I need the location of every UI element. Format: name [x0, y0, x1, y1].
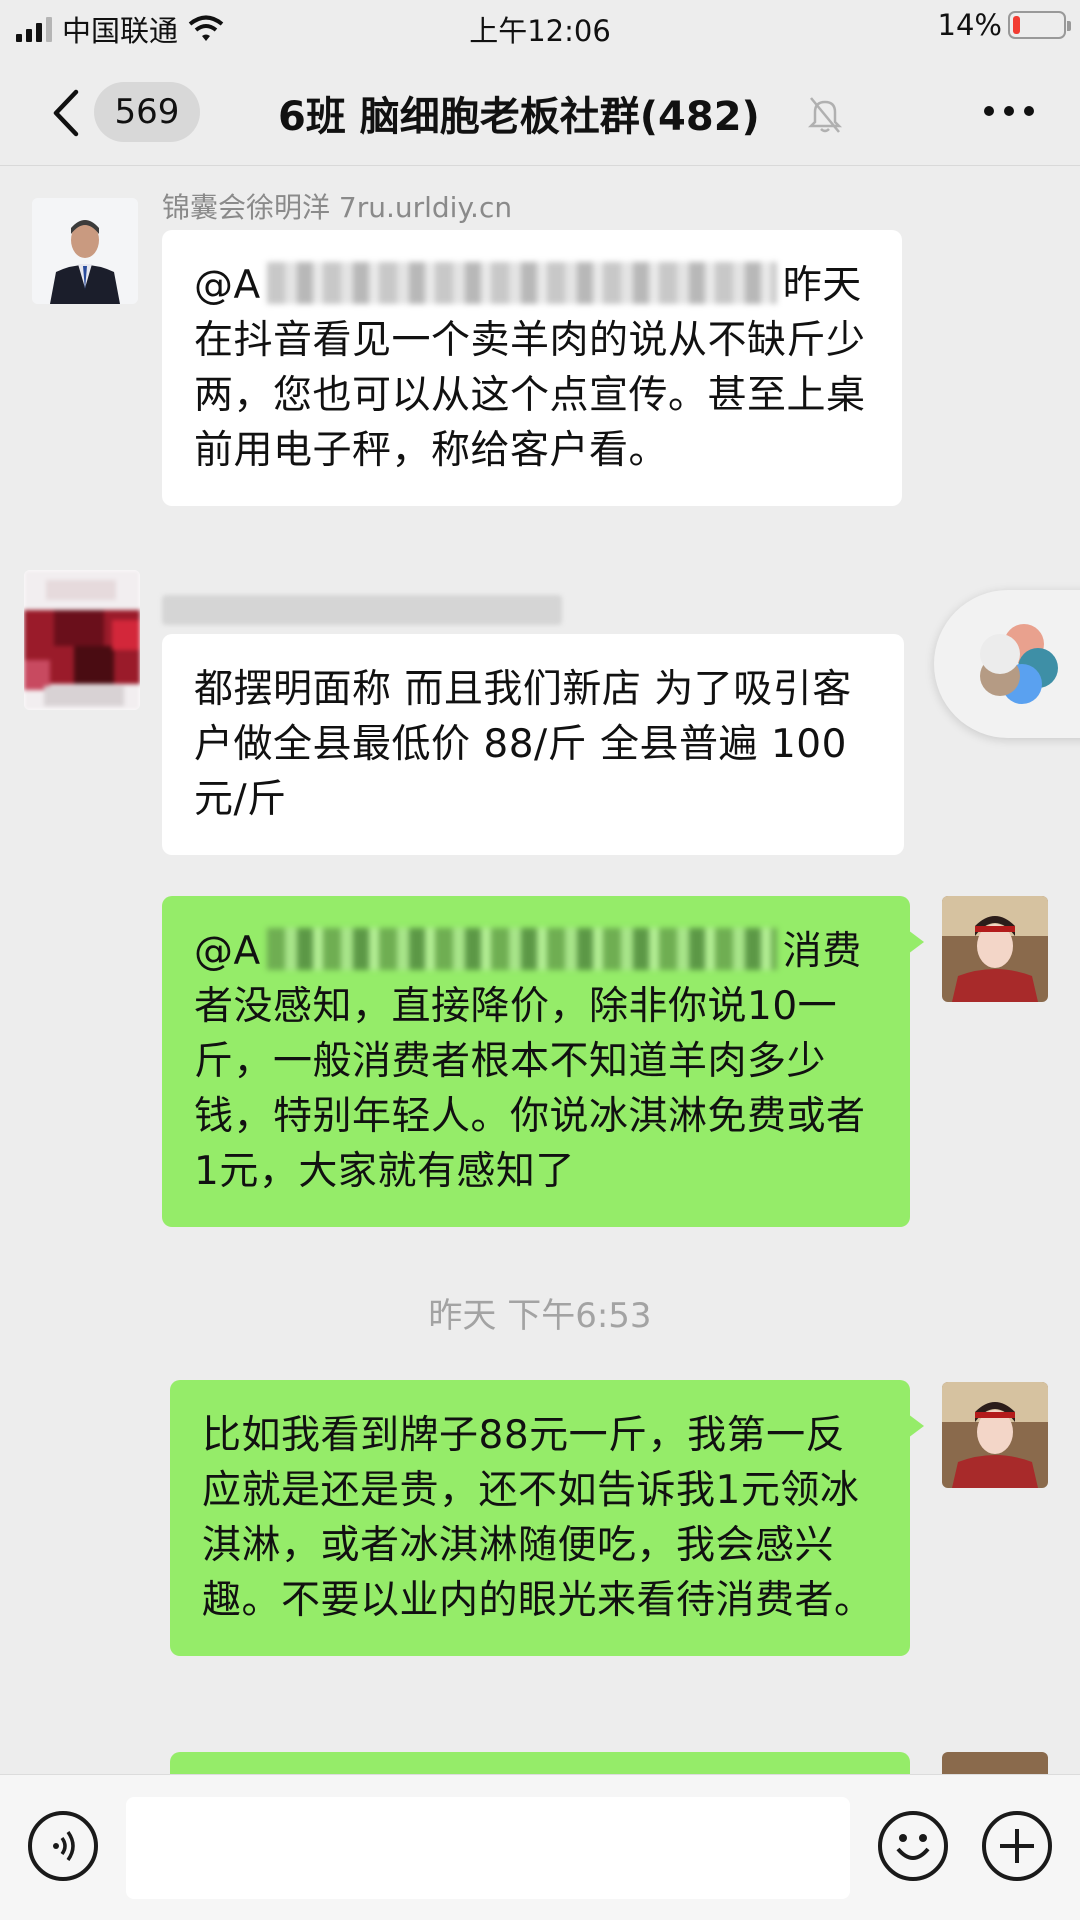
more-horizontal-icon[interactable]	[984, 106, 1034, 116]
sender-name: 锦囊会徐明洋 7ru.urldiy.cn	[162, 191, 513, 224]
mention: @A	[194, 263, 261, 308]
plus-sign-icon	[1000, 1829, 1034, 1863]
message-bubble[interactable]: @A 昨天在抖音看见一个卖羊肉的说从不缺斤少两，您也可以从这个点宣传。甚至上桌前用…	[162, 230, 902, 506]
message-input[interactable]	[126, 1797, 850, 1899]
redacted-avatar-icon	[24, 570, 140, 710]
input-bar	[0, 1774, 1080, 1920]
chat-header: 569 6班 脑细胞老板社群(482)	[0, 58, 1080, 166]
battery-fill	[1013, 16, 1020, 34]
person-icon	[942, 1382, 1048, 1488]
message-bubble[interactable]: 都摆明面称 而且我们新店 为了吸引客户做全县最低价 88/斤 全县普遍 100元…	[162, 634, 904, 855]
battery-percent: 14%	[937, 8, 1002, 42]
status-bar: 中国联通 上午12:06 14%	[0, 0, 1080, 52]
status-right: 14%	[937, 8, 1071, 42]
my-avatar[interactable]	[942, 1382, 1048, 1488]
chat-title: 6班 脑细胞老板社群(482)	[278, 94, 760, 140]
sender-name-redacted	[162, 592, 562, 625]
floating-app-widget[interactable]	[934, 590, 1080, 738]
message-bubble-outgoing[interactable]: @A 消费者没感知，直接降价，除非你说10一斤，一般消费者根本不知道羊肉多少钱，特…	[162, 896, 924, 1227]
my-avatar[interactable]	[942, 896, 1048, 1002]
status-time: 上午12:06	[469, 14, 611, 48]
redacted-mention-name	[266, 262, 777, 304]
emoji-icon[interactable]	[878, 1811, 948, 1881]
redacted-mention-name	[266, 928, 777, 970]
battery-icon	[1008, 11, 1071, 39]
message-text: 都摆明面称 而且我们新店 为了吸引客户做全县最低价 88/斤 全县普遍 100元…	[194, 667, 852, 822]
message-bubble-outgoing[interactable]: 比如我看到牌子88元一斤，我第一反应就是还是贵，还不如告诉我1元领冰淇淋，或者冰…	[170, 1380, 924, 1656]
voice-wave-icon	[53, 1830, 75, 1862]
pinwheel-icon	[980, 624, 1058, 704]
message-timestamp: 昨天 下午6:53	[428, 1296, 652, 1336]
voice-icon[interactable]	[28, 1811, 98, 1881]
plus-icon[interactable]	[982, 1811, 1052, 1881]
person-icon	[32, 198, 138, 304]
avatar-redacted[interactable]	[24, 570, 140, 710]
avatar[interactable]	[32, 198, 138, 304]
chevron-left-icon[interactable]	[48, 88, 88, 138]
unread-count-badge[interactable]: 569	[94, 82, 200, 142]
message-text: 比如我看到牌子88元一斤，我第一反应就是还是贵，还不如告诉我1元领冰淇淋，或者冰…	[202, 1413, 874, 1623]
smiley-face-icon	[896, 1834, 930, 1860]
redacted-sender-name	[162, 595, 562, 625]
bell-muted-icon	[807, 97, 843, 133]
person-icon	[942, 896, 1048, 1002]
mention: @A	[194, 929, 261, 974]
